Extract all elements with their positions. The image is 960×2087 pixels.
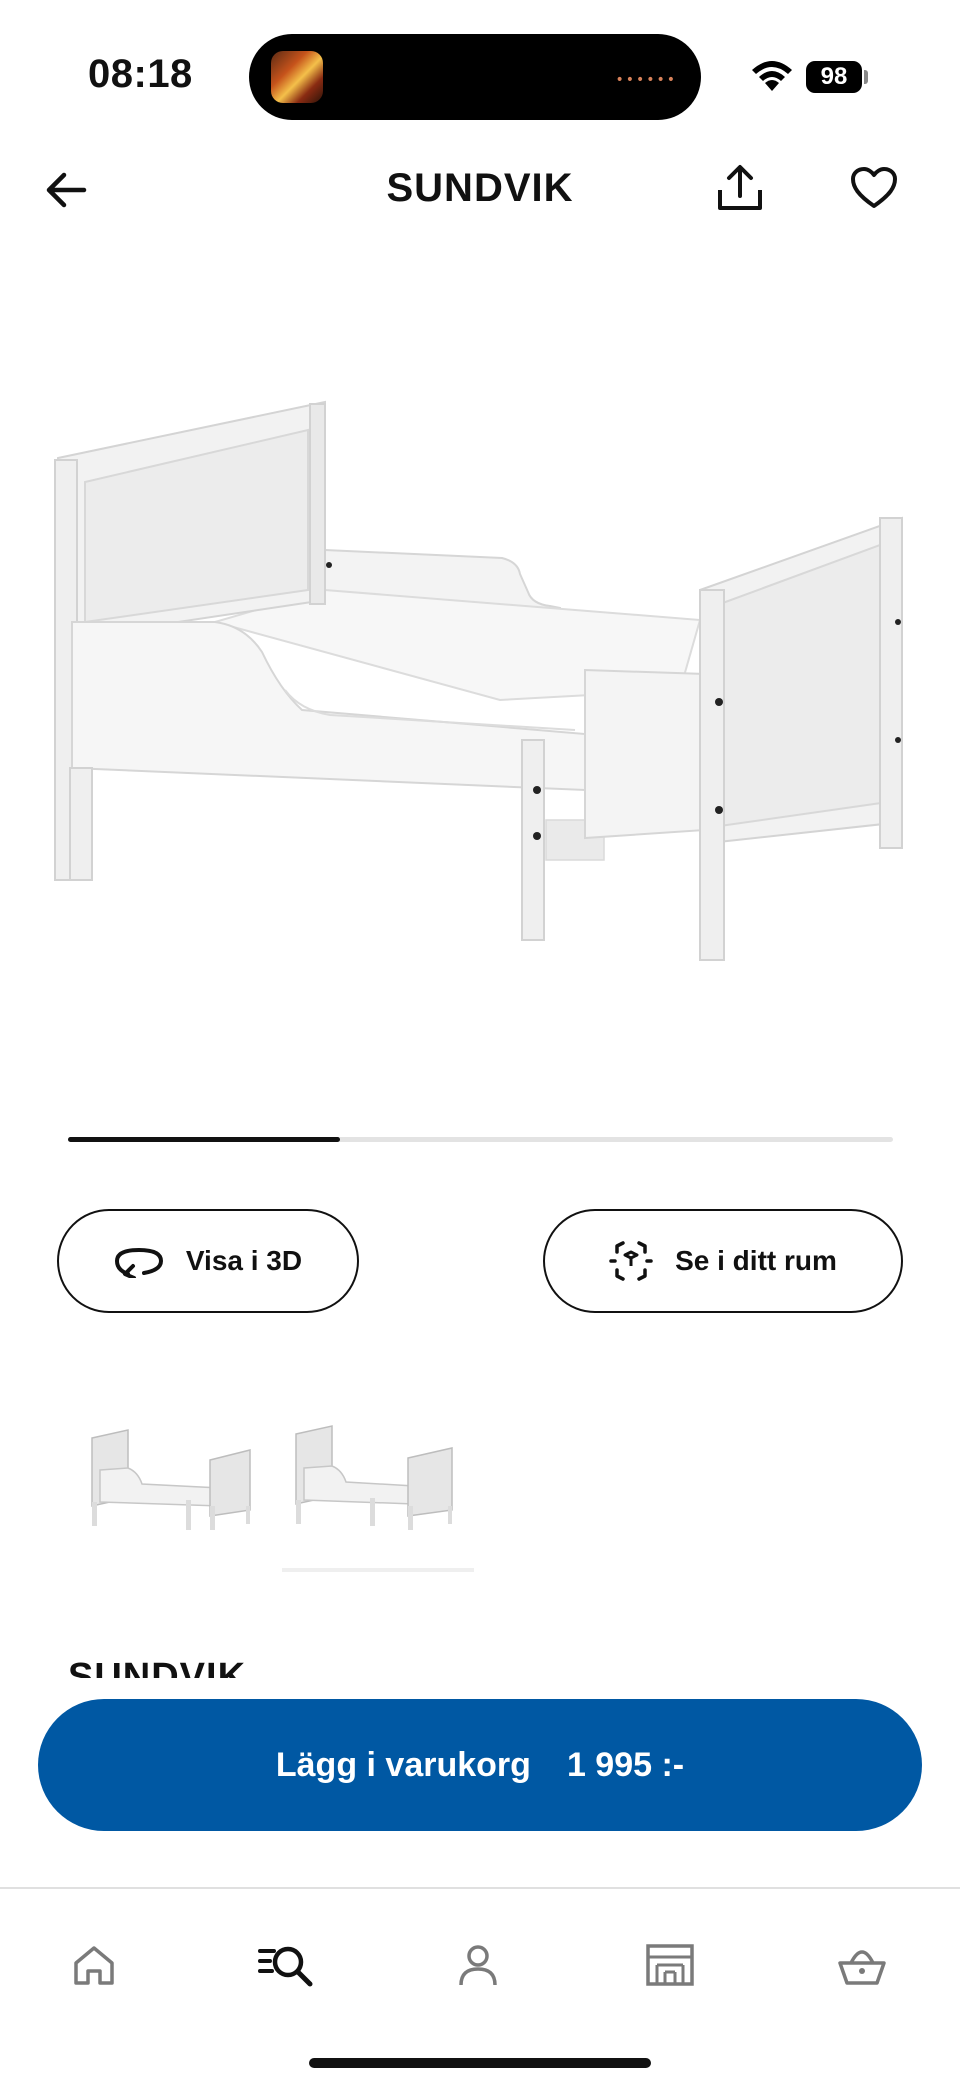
gallery-progress-fill: [68, 1137, 341, 1142]
store-icon: [646, 1944, 694, 1986]
view-3d-label: Visa i 3D: [185, 1245, 303, 1276]
profile-icon: [459, 1945, 497, 1986]
battery-tip: [864, 70, 868, 84]
tab-home[interactable]: [62, 1933, 126, 1997]
status-time: 08:18: [88, 52, 193, 96]
share-button[interactable]: [712, 160, 768, 216]
basket-icon: [838, 1950, 886, 1985]
favorite-button[interactable]: [846, 160, 902, 216]
audio-waveform-icon: ••••••: [615, 72, 677, 88]
wifi-icon: [752, 61, 792, 91]
dynamic-island[interactable]: ••••••: [249, 34, 701, 120]
tab-bar: [0, 1887, 960, 2087]
thumbnail-selected-indicator: [282, 1568, 474, 1572]
share-icon: [718, 165, 762, 210]
heart-icon: [851, 167, 897, 208]
add-to-cart-label: Lägg i varukorg: [275, 1745, 531, 1784]
status-bar: 08:18 •••••• 98: [0, 0, 960, 150]
view-in-room-button[interactable]: Se i ditt rum: [543, 1209, 903, 1313]
rotate-3d-icon: [114, 1247, 163, 1278]
home-indicator[interactable]: [309, 2058, 651, 2068]
add-to-cart-button[interactable]: Lägg i varukorg 1 995 :-: [38, 1699, 922, 1831]
gallery-progress-track: [68, 1137, 893, 1142]
page-title: SUNDVIK: [386, 166, 574, 210]
bed-thumbnail-1[interactable]: [80, 1410, 266, 1540]
battery-icon: 98: [806, 61, 862, 93]
tab-store[interactable]: [638, 1933, 702, 1997]
header: SUNDVIK: [0, 150, 960, 230]
tab-search[interactable]: [254, 1933, 318, 1997]
product-image[interactable]: [40, 390, 920, 970]
price-label: 1 995 :-: [566, 1745, 685, 1784]
bed-thumbnail-2[interactable]: [284, 1410, 470, 1540]
search-icon: [258, 1946, 313, 1987]
ar-cube-icon: [609, 1241, 653, 1281]
tab-profile[interactable]: [446, 1933, 510, 1997]
view-in-room-label: Se i ditt rum: [675, 1245, 837, 1276]
tab-basket[interactable]: [830, 1933, 894, 1997]
product-name: SUNDVIK: [68, 1656, 247, 1678]
now-playing-artwork: [271, 51, 323, 103]
home-icon: [74, 1946, 114, 1985]
view-3d-button[interactable]: Visa i 3D: [57, 1209, 359, 1313]
